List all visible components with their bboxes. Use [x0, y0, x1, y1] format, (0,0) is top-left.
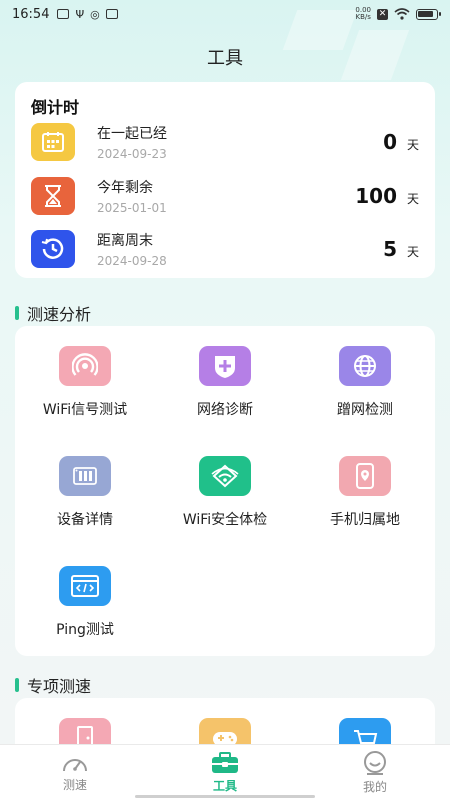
tool-ping-test[interactable]: Ping测试 — [15, 566, 155, 639]
sync-icon: ◎ — [90, 7, 100, 21]
usb-icon: Ψ — [75, 7, 85, 21]
status-time: 16:54 — [12, 6, 50, 22]
phone-location-icon — [339, 456, 391, 496]
tool-label: 网络诊断 — [197, 402, 253, 418]
countdown-name: 距离周末 — [97, 233, 153, 249]
countdown-value: 0 — [383, 130, 397, 154]
net-speed-unit: KB/s — [355, 13, 371, 21]
speedometer-icon — [63, 759, 87, 772]
tab-label: 工具 — [212, 779, 237, 793]
calendar-icon — [31, 123, 75, 161]
status-bar: 16:54 Ψ ◎ 0.00 KB/s ✕ — [0, 0, 450, 28]
smile-icon — [364, 751, 386, 775]
mail-notification-icon — [105, 9, 118, 19]
tool-label: 设备详情 — [57, 512, 113, 528]
bottom-tab-bar: 测速 工具 我的 — [0, 744, 450, 800]
countdown-title: 倒计时 — [31, 98, 80, 117]
section-marker — [15, 306, 19, 320]
countdown-item[interactable]: 今年剩余 2025-01-01 100 天 — [31, 176, 419, 216]
countdown-value: 100 — [355, 184, 397, 208]
tool-label: 手机归属地 — [330, 512, 400, 528]
device-icon — [59, 456, 111, 496]
tab-mine[interactable]: 我的 — [300, 745, 450, 800]
countdown-card: 倒计时 在一起已经 2024-09-23 0 天 今年剩余 2025-01-01… — [15, 82, 435, 278]
page-title: 工具 — [207, 48, 243, 69]
tool-network-diagnosis[interactable]: 网络诊断 — [155, 346, 295, 419]
tool-label: 蹭网检测 — [337, 402, 393, 418]
toolbox-icon — [212, 752, 238, 773]
section-title: 测速分析 — [27, 305, 92, 324]
battery-icon — [416, 8, 441, 20]
tool-wifi-security-check[interactable]: WiFi安全体检 — [155, 456, 295, 529]
network-diagnosis-icon — [199, 346, 251, 386]
countdown-name: 今年剩余 — [97, 180, 153, 196]
tool-phone-location[interactable]: 手机归属地 — [295, 456, 435, 529]
countdown-date: 2024-09-23 — [97, 147, 167, 161]
tab-label: 测速 — [62, 778, 87, 792]
tool-label: Ping测试 — [56, 622, 114, 638]
sim-off-icon: ✕ — [377, 8, 388, 20]
tab-tools[interactable]: 工具 — [150, 745, 300, 800]
tool-wifi-signal-test[interactable]: WiFi信号测试 — [15, 346, 155, 419]
tool-label: WiFi信号测试 — [42, 402, 128, 418]
wifi-status-icon — [394, 8, 410, 20]
countdown-date: 2025-01-01 — [97, 201, 167, 215]
tool-device-details[interactable]: 设备详情 — [15, 456, 155, 529]
hourglass-icon — [31, 177, 75, 215]
section-speed-analysis: 测速分析 — [15, 301, 91, 325]
tab-label: 我的 — [362, 780, 387, 794]
countdown-unit: 天 — [406, 245, 419, 259]
net-speed: 0.00 KB/s — [355, 7, 371, 21]
wifi-signal-icon — [59, 346, 111, 386]
countdown-item[interactable]: 在一起已经 2024-09-23 0 天 — [31, 122, 419, 162]
section-marker — [15, 678, 19, 692]
ping-icon — [59, 566, 111, 606]
countdown-unit: 天 — [406, 192, 419, 206]
mail-notification-icon — [57, 9, 70, 19]
clock-icon — [31, 230, 75, 268]
section-special-speed: 专项测速 — [15, 673, 91, 697]
countdown-date: 2024-09-28 — [97, 254, 167, 268]
countdown-unit: 天 — [406, 138, 419, 152]
home-indicator[interactable] — [135, 795, 315, 798]
tab-speed-test[interactable]: 测速 — [0, 745, 150, 800]
tool-freeloader-detection[interactable]: 蹭网检测 — [295, 346, 435, 419]
countdown-item[interactable]: 距离周末 2024-09-28 5 天 — [31, 229, 419, 269]
countdown-value: 5 — [383, 237, 397, 261]
tool-label: WiFi安全体检 — [182, 512, 268, 528]
speed-analysis-card: WiFi信号测试 网络诊断 蹭网检测 设备详情 WiFi安全体检 手机归属地 P… — [15, 326, 435, 656]
wifi-security-icon — [199, 456, 251, 496]
globe-icon — [339, 346, 391, 386]
section-title: 专项测速 — [27, 677, 92, 696]
countdown-name: 在一起已经 — [97, 126, 167, 142]
